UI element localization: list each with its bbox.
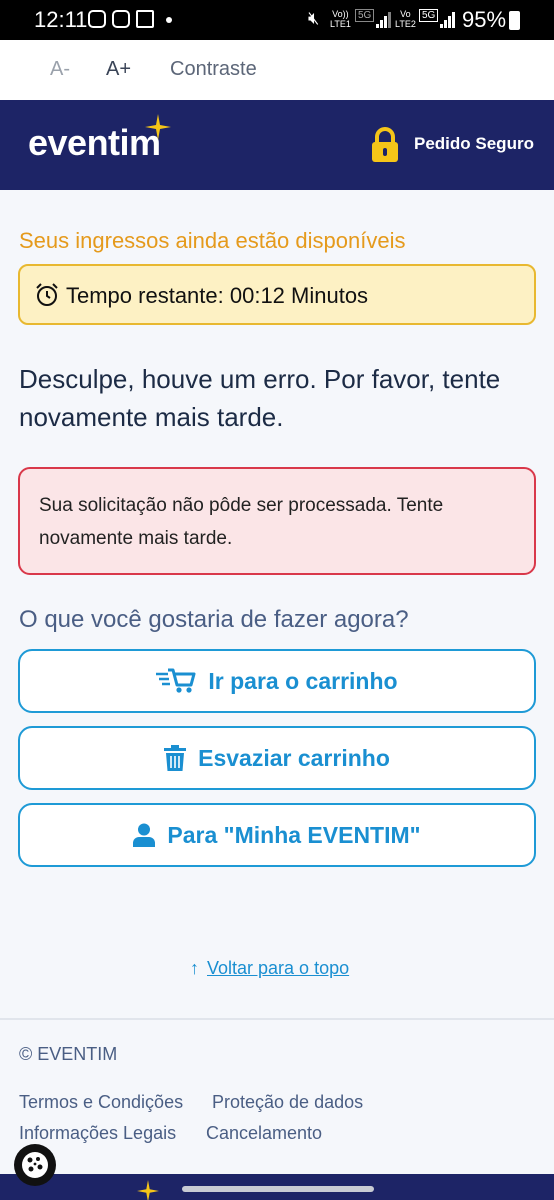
my-eventim-label: Para "Minha EVENTIM" <box>167 821 421 848</box>
status-bar: 12:11 🔇︎ Vo)) LTE1 5G Vo LTE2 5G 95% <box>0 0 554 40</box>
star-icon <box>137 1180 159 1200</box>
footer-link-cancellation[interactable]: Cancelamento <box>206 1123 322 1144</box>
back-to-top-label: Voltar para o topo <box>207 958 350 978</box>
go-to-cart-button[interactable]: Ir para o carrinho <box>18 649 536 713</box>
alarm-clock-icon <box>36 283 58 306</box>
5g-badge-2: 5G <box>419 9 439 22</box>
countdown-box: Tempo restante: 00:12 Minutos <box>18 264 536 325</box>
gesture-nav-bar[interactable] <box>182 1186 374 1192</box>
instagram-icon <box>88 10 106 28</box>
contrast-toggle[interactable]: Contraste <box>170 58 257 81</box>
font-increase-button[interactable]: A+ <box>106 58 131 81</box>
font-decrease-button[interactable]: A- <box>50 58 70 81</box>
cookie-settings-button[interactable] <box>14 1144 56 1186</box>
user-icon <box>133 823 156 847</box>
error-alert-text: Sua solicitação não pôde ser processada.… <box>39 495 444 549</box>
5g-badge: 5G <box>355 9 375 22</box>
signal-icon-2 <box>440 12 458 28</box>
footer-link-privacy[interactable]: Proteção de dados <box>212 1092 363 1113</box>
secure-order-label: Pedido Seguro <box>414 134 534 153</box>
mute-icon: 🔇︎ <box>308 8 320 28</box>
next-action-question: O que você gostaria de fazer agora? <box>19 606 409 633</box>
error-heading: Desculpe, houve um erro. Por favor, tent… <box>19 364 501 432</box>
signal-icon <box>376 12 394 28</box>
footer-link-legal[interactable]: Informações Legais <box>19 1123 176 1144</box>
lte2-indicator: Vo LTE2 <box>395 9 416 29</box>
site-header: eventim Pedido Seguro <box>0 100 554 190</box>
lte1-indicator: Vo)) LTE1 <box>330 9 351 29</box>
gallery-icon <box>136 10 154 28</box>
instagram-icon-2 <box>112 10 130 28</box>
accessibility-bar: A- A+ Contraste <box>0 40 554 100</box>
back-to-top-link[interactable]: ↑ Voltar para o topo <box>190 958 349 979</box>
battery-percent: 95% <box>462 7 507 32</box>
star-icon <box>145 114 171 140</box>
battery-icon <box>509 11 520 30</box>
availability-message: Seus ingressos ainda estão disponíveis <box>19 228 406 253</box>
site-footer: © EVENTIM Termos e Condições Proteção de… <box>0 1020 554 1174</box>
status-time: 12:11 <box>34 7 88 32</box>
lock-icon <box>372 127 398 162</box>
fast-cart-icon <box>156 668 196 693</box>
empty-cart-button[interactable]: Esvaziar carrinho <box>18 726 536 790</box>
my-eventim-button[interactable]: Para "Minha EVENTIM" <box>18 803 536 867</box>
notification-dot-icon <box>166 17 172 23</box>
go-to-cart-label: Ir para o carrinho <box>208 667 398 694</box>
empty-cart-label: Esvaziar carrinho <box>198 744 390 771</box>
countdown-text: Tempo restante: 00:12 Minutos <box>66 283 369 308</box>
cookie-icon <box>22 1152 48 1178</box>
arrow-up-icon: ↑ <box>190 958 199 978</box>
error-alert: Sua solicitação não pôde ser processada.… <box>18 467 536 575</box>
copyright-text: © EVENTIM <box>19 1044 118 1064</box>
footer-link-terms[interactable]: Termos e Condições <box>19 1092 183 1113</box>
trash-icon <box>164 745 187 771</box>
eventim-logo[interactable]: eventim <box>28 122 161 164</box>
